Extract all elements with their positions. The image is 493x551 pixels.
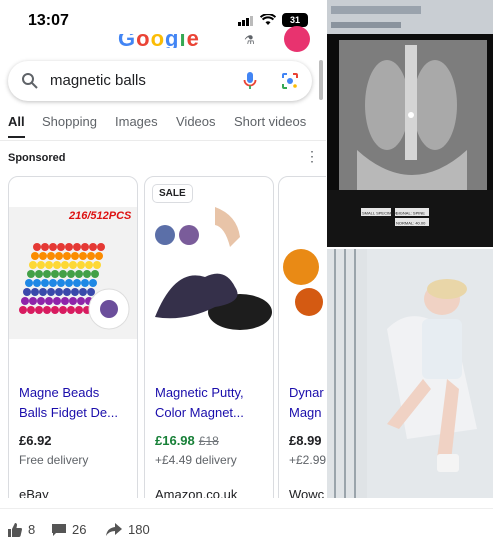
product-title[interactable]: Dynar Magn bbox=[289, 383, 326, 423]
search-icon bbox=[22, 73, 38, 89]
tab-shopping[interactable]: Shopping bbox=[42, 114, 97, 129]
product-image bbox=[145, 207, 273, 339]
xray-label: NORMAL: 40.00 bbox=[396, 221, 426, 226]
labs-icon[interactable]: ⚗ bbox=[244, 33, 255, 47]
comments-count: 26 bbox=[72, 522, 87, 537]
product-image: 216/512PCS bbox=[9, 207, 137, 339]
product-price: £8.99 bbox=[289, 433, 322, 448]
tab-all[interactable]: All bbox=[8, 114, 25, 138]
search-tabs: All Shopping Images Videos Short videos bbox=[0, 114, 326, 141]
likes[interactable]: 8 bbox=[8, 522, 35, 537]
product-card[interactable]: Dynar Magn £8.99 +£2.99 Wowc bbox=[278, 176, 326, 498]
sale-badge: SALE bbox=[153, 185, 192, 202]
share-icon bbox=[106, 522, 122, 536]
product-delivery: +£2.99 bbox=[289, 453, 326, 467]
xray-label: SMALL SPECIMEN bbox=[362, 211, 397, 216]
likes-count: 8 bbox=[28, 522, 36, 537]
product-card[interactable]: SALE Magnetic Putty, Color Magnet... £16.… bbox=[144, 176, 274, 498]
product-store: Amazon.co.uk bbox=[155, 487, 238, 498]
thumbs-up-icon bbox=[8, 522, 22, 537]
product-title[interactable]: Magne Beads Balls Fidget De... bbox=[19, 383, 131, 423]
tab-videos[interactable]: Videos bbox=[176, 114, 216, 129]
battery-icon: 31 bbox=[282, 13, 308, 27]
reactions-bar: 8 26 180 bbox=[0, 508, 493, 551]
wifi-icon bbox=[260, 14, 276, 25]
product-delivery: +£4.49 delivery bbox=[155, 453, 237, 467]
sponsored-label: Sponsored bbox=[8, 152, 66, 164]
more-options-icon[interactable]: ⋮ bbox=[305, 148, 319, 165]
shares[interactable]: 180 bbox=[106, 522, 150, 537]
shares-count: 180 bbox=[128, 522, 150, 537]
status-icons: 31 bbox=[238, 13, 308, 27]
image-caption: 216/512PCS bbox=[68, 210, 132, 222]
product-image bbox=[279, 207, 326, 339]
product-card[interactable]: 216/512PCS Magne Beads Balls Fidget De...… bbox=[8, 176, 138, 498]
original-price: £18 bbox=[198, 434, 219, 448]
lens-icon[interactable] bbox=[281, 72, 299, 90]
microphone-icon[interactable] bbox=[243, 71, 257, 91]
tab-short-videos[interactable]: Short videos bbox=[234, 114, 306, 129]
scrollbar[interactable] bbox=[319, 60, 323, 100]
search-input[interactable]: magnetic balls bbox=[50, 72, 146, 89]
comments[interactable]: 26 bbox=[52, 522, 86, 537]
avatar[interactable] bbox=[284, 26, 310, 52]
comment-icon bbox=[52, 523, 66, 536]
hospital-photo bbox=[327, 249, 493, 498]
signal-icon bbox=[238, 15, 253, 26]
status-time: 13:07 bbox=[28, 12, 69, 29]
product-store: eBay bbox=[19, 487, 49, 498]
product-store: Wowc bbox=[289, 487, 325, 498]
xray-photo: SMALL SPECIMEN SIGNAL: SPINE NORMAL: 40.… bbox=[327, 0, 493, 247]
product-title[interactable]: Magnetic Putty, Color Magnet... bbox=[155, 383, 267, 423]
product-price: £16.98 £18 bbox=[155, 433, 219, 448]
tab-images[interactable]: Images bbox=[115, 114, 158, 129]
search-bar[interactable]: magnetic balls bbox=[8, 61, 312, 101]
phone-screenshot: 13:07 31 Google ⚗ magnetic balls All Sho… bbox=[0, 0, 326, 498]
product-delivery: Free delivery bbox=[19, 453, 89, 467]
product-price: £6.92 bbox=[19, 433, 52, 448]
xray-label: SIGNAL: SPINE bbox=[396, 211, 425, 216]
google-logo: Google bbox=[118, 34, 200, 48]
